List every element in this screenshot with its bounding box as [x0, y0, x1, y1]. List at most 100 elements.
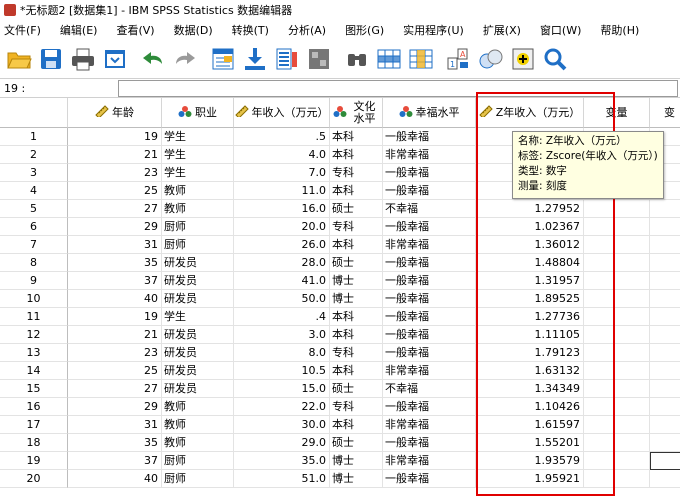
row-number[interactable]: 12	[0, 326, 68, 344]
data-cell[interactable]: 博士	[330, 272, 383, 290]
data-cell[interactable]: 研发员	[162, 380, 234, 398]
data-cell[interactable]: 博士	[330, 452, 383, 470]
data-cell[interactable]	[584, 344, 650, 362]
data-cell[interactable]: 本科	[330, 326, 383, 344]
data-cell[interactable]: 厨师	[162, 470, 234, 488]
insert-cases-icon[interactable]	[376, 46, 402, 72]
data-cell[interactable]: 研发员	[162, 362, 234, 380]
data-cell[interactable]: 研发员	[162, 272, 234, 290]
data-cell[interactable]: 50.0	[234, 290, 330, 308]
data-cell[interactable]: 1.95921	[476, 470, 584, 488]
data-cell[interactable]: 本科	[330, 308, 383, 326]
data-cell[interactable]: .4	[234, 308, 330, 326]
column-header[interactable]: 年龄	[68, 98, 162, 128]
goto-case-icon[interactable]	[210, 46, 236, 72]
row-number[interactable]: 7	[0, 236, 68, 254]
data-cell[interactable]: 本科	[330, 236, 383, 254]
data-cell[interactable]: 41.0	[234, 272, 330, 290]
data-cell[interactable]: 31	[68, 236, 162, 254]
data-cell[interactable]: 专科	[330, 164, 383, 182]
data-cell[interactable]: 厨师	[162, 236, 234, 254]
row-number[interactable]: 18	[0, 434, 68, 452]
data-cell[interactable]	[650, 326, 680, 344]
undo-icon[interactable]	[140, 46, 166, 72]
data-cell[interactable]	[584, 470, 650, 488]
column-header[interactable]: 职业	[162, 98, 234, 128]
data-cell[interactable]: 37	[68, 272, 162, 290]
data-cell[interactable]	[584, 452, 650, 470]
data-cell[interactable]	[584, 218, 650, 236]
data-cell[interactable]: 40	[68, 470, 162, 488]
data-cell[interactable]: 研发员	[162, 254, 234, 272]
find-icon[interactable]	[344, 46, 370, 72]
menu-item[interactable]: 扩展(X)	[483, 22, 521, 38]
data-cell[interactable]: 研发员	[162, 344, 234, 362]
row-number[interactable]: 13	[0, 344, 68, 362]
menu-item[interactable]: 文件(F)	[4, 22, 41, 38]
data-cell[interactable]: 本科	[330, 146, 383, 164]
data-cell[interactable]	[650, 362, 680, 380]
data-cell[interactable]: 16.0	[234, 200, 330, 218]
data-cell[interactable]	[650, 416, 680, 434]
data-cell[interactable]: 27	[68, 380, 162, 398]
menu-item[interactable]: 窗口(W)	[540, 22, 581, 38]
data-cell[interactable]: 一般幸福	[383, 290, 476, 308]
data-cell[interactable]: 20.0	[234, 218, 330, 236]
row-number[interactable]: 19	[0, 452, 68, 470]
data-cell[interactable]: 1.48804	[476, 254, 584, 272]
data-cell[interactable]: 教师	[162, 416, 234, 434]
data-cell[interactable]: 1.55201	[476, 434, 584, 452]
column-header[interactable]: Z年收入（万元）	[476, 98, 584, 128]
data-cell[interactable]: 一般幸福	[383, 326, 476, 344]
data-cell[interactable]	[584, 200, 650, 218]
row-number[interactable]: 3	[0, 164, 68, 182]
data-cell[interactable]: 35	[68, 434, 162, 452]
data-cell[interactable]: 51.0	[234, 470, 330, 488]
data-cell[interactable]: 硕士	[330, 380, 383, 398]
data-cell[interactable]: 1.36012	[476, 236, 584, 254]
data-cell[interactable]	[650, 380, 680, 398]
data-cell[interactable]	[650, 398, 680, 416]
search-icon[interactable]	[542, 46, 568, 72]
data-cell[interactable]	[650, 218, 680, 236]
row-number[interactable]: 4	[0, 182, 68, 200]
data-cell[interactable]: 30.0	[234, 416, 330, 434]
data-cell[interactable]	[650, 344, 680, 362]
data-cell[interactable]: 不幸福	[383, 380, 476, 398]
data-cell[interactable]: 本科	[330, 182, 383, 200]
data-cell[interactable]	[650, 470, 680, 488]
data-cell[interactable]	[650, 452, 680, 470]
data-cell[interactable]: 11.0	[234, 182, 330, 200]
data-cell[interactable]: 40	[68, 290, 162, 308]
row-number[interactable]: 20	[0, 470, 68, 488]
data-cell[interactable]: 学生	[162, 146, 234, 164]
variables-icon[interactable]	[274, 46, 300, 72]
data-cell[interactable]	[650, 236, 680, 254]
open-folder-icon[interactable]	[6, 46, 32, 72]
data-cell[interactable]: 19	[68, 128, 162, 146]
weight-cases-icon[interactable]	[478, 46, 504, 72]
data-cell[interactable]: 一般幸福	[383, 272, 476, 290]
insert-variable-icon[interactable]	[408, 46, 434, 72]
data-cell[interactable]: 1.34349	[476, 380, 584, 398]
menu-item[interactable]: 数据(D)	[174, 22, 213, 38]
data-cell[interactable]: 研发员	[162, 326, 234, 344]
menu-item[interactable]: 编辑(E)	[60, 22, 98, 38]
data-cell[interactable]: 教师	[162, 434, 234, 452]
data-cell[interactable]: 1.02367	[476, 218, 584, 236]
data-cell[interactable]: 1.27952	[476, 200, 584, 218]
data-cell[interactable]	[650, 434, 680, 452]
row-number[interactable]: 15	[0, 380, 68, 398]
data-cell[interactable]: 1.11105	[476, 326, 584, 344]
data-cell[interactable]: 1.79123	[476, 344, 584, 362]
row-number[interactable]: 1	[0, 128, 68, 146]
save-icon[interactable]	[38, 46, 64, 72]
data-cell[interactable]: 29	[68, 218, 162, 236]
data-cell[interactable]: 教师	[162, 182, 234, 200]
data-cell[interactable]: 一般幸福	[383, 182, 476, 200]
menu-item[interactable]: 分析(A)	[288, 22, 326, 38]
data-cell[interactable]	[584, 398, 650, 416]
data-cell[interactable]	[650, 272, 680, 290]
column-header[interactable]: 年收入（万元）	[234, 98, 330, 128]
row-number[interactable]: 9	[0, 272, 68, 290]
